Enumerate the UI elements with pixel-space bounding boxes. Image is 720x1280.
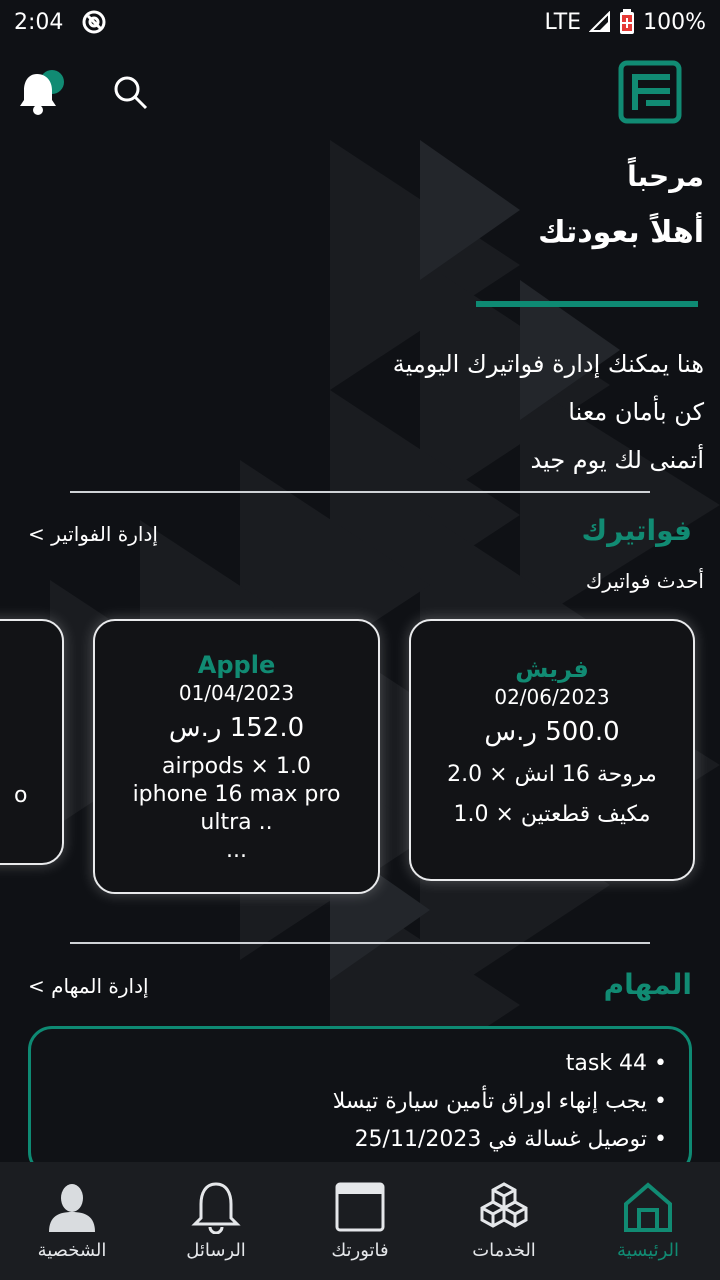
intro-line: كن بأمان معنا <box>568 398 704 426</box>
bottom-navigation: الرئيسية الخدمات فاتورتك الرسائل الشخصية <box>0 1162 720 1280</box>
top-bar <box>0 60 720 124</box>
manage-invoices-link[interactable]: إدارة الفواتير > <box>28 522 158 546</box>
accent-divider <box>476 301 698 307</box>
intro-line: هنا يمكنك إدارة فواتيرك اليومية <box>392 350 704 378</box>
invoice-card[interactable]: فريش 02/06/2023 500.0 ر.س مروحة 16 انش ×… <box>409 619 695 881</box>
status-bar: 2:04 LTE 100% <box>0 0 720 44</box>
invoice-item: iphone 16 max pro <box>132 782 341 807</box>
notifications-button[interactable] <box>16 66 66 116</box>
invoice-store: Apple <box>197 651 276 679</box>
invoice-card[interactable]: Apple 01/04/2023 152.0 ر.س airpods × 1.0… <box>93 619 380 894</box>
greeting-text: مرحباً <box>627 160 704 193</box>
cubes-icon <box>480 1182 528 1228</box>
nav-label: الرسائل <box>186 1240 246 1261</box>
welcome-title: أهلاً بعودتك <box>538 215 704 250</box>
nav-home[interactable]: الرئيسية <box>576 1162 720 1280</box>
home-screen: 2:04 LTE 100% مرحباً أهلاً بعودتك هنا يم… <box>0 0 720 1280</box>
app-logo <box>618 60 682 124</box>
invoice-date: 02/06/2023 <box>494 685 610 709</box>
bell-icon <box>191 1182 241 1234</box>
task-item: task 44 <box>53 1045 667 1083</box>
nav-messages[interactable]: الرسائل <box>144 1162 288 1280</box>
invoices-subtitle: أحدث فواتيرك <box>585 569 704 593</box>
network-type: LTE <box>544 9 582 35</box>
invoice-partial-text: o <box>14 783 28 808</box>
nav-invoice[interactable]: فاتورتك <box>288 1162 432 1280</box>
home-icon <box>624 1182 672 1232</box>
invoice-icon <box>335 1182 385 1232</box>
invoice-card-partial[interactable]: o <box>0 619 64 865</box>
welcome-block: مرحباً أهلاً بعودتك <box>538 160 704 250</box>
nav-profile[interactable]: الشخصية <box>0 1162 144 1280</box>
tasks-section-title: المهام <box>603 968 692 1001</box>
manage-tasks-link[interactable]: إدارة المهام > <box>28 974 149 998</box>
invoice-item: airpods × 1.0 <box>162 754 311 779</box>
invoice-item: ultra .. <box>200 810 273 835</box>
task-item: يجب إنهاء اوراق تأمين سيارة تيسلا <box>53 1083 667 1121</box>
section-divider <box>70 491 650 493</box>
battery-icon <box>620 9 635 34</box>
intro-line: أتمنى لك يوم جيد <box>530 446 704 474</box>
nav-services[interactable]: الخدمات <box>432 1162 576 1280</box>
invoice-amount: 500.0 ر.س <box>484 717 620 747</box>
nav-label: الشخصية <box>37 1240 107 1261</box>
invoices-section-title: فواتيرك <box>581 514 692 547</box>
invoice-store: فريش <box>515 655 589 683</box>
invoice-date: 01/04/2023 <box>178 681 295 705</box>
intro-text: هنا يمكنك إدارة فواتيرك اليومية كن بأمان… <box>393 340 704 484</box>
battery-level: 100% <box>643 9 706 35</box>
nav-label: الخدمات <box>472 1240 536 1261</box>
nav-label: الرئيسية <box>617 1240 679 1261</box>
notification-status-icon <box>82 10 106 34</box>
nav-label: فاتورتك <box>331 1240 389 1261</box>
invoice-item: ... <box>226 838 247 863</box>
invoice-amount: 152.0 ر.س <box>168 713 305 743</box>
signal-icon <box>589 11 611 32</box>
section-divider <box>70 942 650 944</box>
search-icon[interactable] <box>110 72 150 112</box>
tasks-card[interactable]: task 44 يجب إنهاء اوراق تأمين سيارة تيسل… <box>28 1026 692 1176</box>
person-icon <box>49 1184 95 1232</box>
status-time: 2:04 <box>14 9 64 35</box>
invoice-item: مكيف قطعتين × 1.0 <box>453 802 651 827</box>
invoice-item: مروحة 16 انش × 2.0 <box>447 762 657 787</box>
task-item: توصيل غسالة في 25/11/2023 <box>53 1121 667 1159</box>
